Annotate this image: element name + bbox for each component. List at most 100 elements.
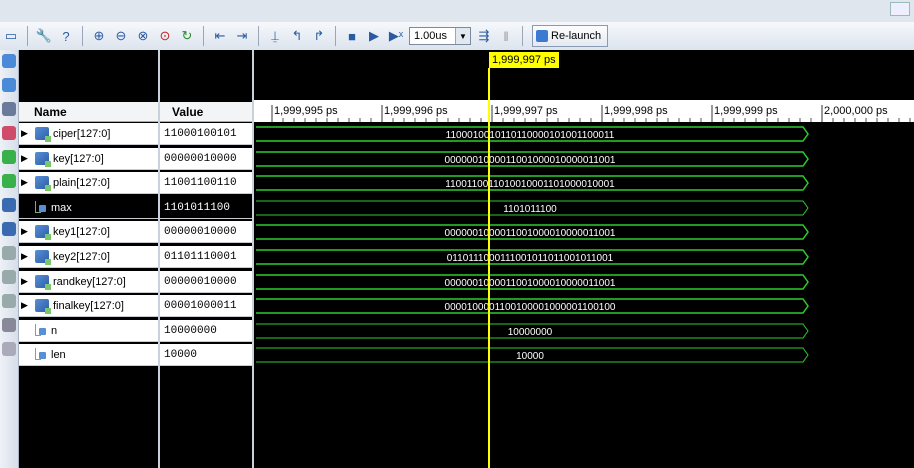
value-column-label: Value bbox=[172, 104, 204, 119]
expand-arrow-icon[interactable]: ▶ bbox=[21, 276, 31, 287]
signal-value: 01101110001 bbox=[160, 246, 252, 268]
toolbar-separator bbox=[82, 26, 83, 46]
signal-row-name[interactable]: ▶ finalkey[127:0] bbox=[19, 295, 158, 317]
restart-icon[interactable]: ■ bbox=[342, 26, 362, 46]
next-edge-side-icon[interactable] bbox=[2, 222, 16, 236]
signal-value: 00000010000 bbox=[160, 221, 252, 243]
play-side-icon[interactable] bbox=[2, 174, 16, 188]
add-marker-icon[interactable]: ⍊ bbox=[265, 26, 285, 46]
bus-side-icon[interactable] bbox=[2, 318, 16, 332]
relaunch-label: Re-launch bbox=[551, 30, 602, 42]
search-side-icon[interactable] bbox=[2, 102, 16, 116]
signal-row-name[interactable]: ▶ key2[127:0] bbox=[19, 246, 158, 268]
cursor-side-icon[interactable] bbox=[2, 246, 16, 260]
name-column-header[interactable]: Name bbox=[19, 102, 158, 122]
signal-value: 00000010000 bbox=[160, 271, 252, 293]
relaunch-button[interactable]: Re-launch bbox=[532, 25, 609, 47]
waveform-value-label: 0000001000011001000010000011001 bbox=[445, 155, 616, 166]
signal-row-name[interactable]: n bbox=[19, 320, 158, 342]
settings-wrench-icon[interactable]: 🔧 bbox=[34, 26, 54, 46]
zoom-in-icon[interactable]: ⊕ bbox=[89, 26, 109, 46]
value-column-header[interactable]: Value bbox=[160, 102, 252, 122]
expand-arrow-icon[interactable]: ▶ bbox=[21, 251, 31, 262]
ruler-tick-label: 1,999,998 ps bbox=[604, 105, 668, 117]
expand-arrow-icon[interactable]: ▶ bbox=[21, 226, 31, 237]
goto-next-transition-icon[interactable]: ⇥ bbox=[232, 26, 252, 46]
zoom-in-side-icon[interactable] bbox=[2, 54, 16, 68]
toolbar-separator bbox=[335, 26, 336, 46]
signal-icon bbox=[33, 348, 47, 361]
cursor-time-label[interactable]: 1,999,997 ps bbox=[489, 52, 559, 68]
waveform-canvas[interactable]: 1,999,995 ps 1,999,996 ps 1,999,997 ps 1,99… bbox=[254, 50, 914, 468]
toolbar-separator bbox=[522, 26, 523, 46]
prev-edge-side-icon[interactable] bbox=[2, 198, 16, 212]
waveform-value-label: 0000001000011001000010000011001 bbox=[445, 278, 616, 289]
run-time-select[interactable]: 1.00us ▼ bbox=[409, 27, 471, 45]
ruler-tick-label: 1,999,999 ps bbox=[714, 105, 778, 117]
signal-row-name[interactable]: len bbox=[19, 344, 158, 366]
help-pointer-icon[interactable]: ? bbox=[56, 26, 76, 46]
signal-name: randkey[127:0] bbox=[53, 275, 126, 288]
zoom-out-side-icon[interactable] bbox=[2, 78, 16, 92]
bus-signal-icon bbox=[35, 299, 51, 314]
window-titlebar bbox=[0, 0, 914, 22]
bus-signal-icon bbox=[35, 127, 51, 142]
time-ruler bbox=[254, 100, 914, 122]
ruler-tick-label: 1,999,997 ps bbox=[494, 105, 558, 117]
zoom-cursor-icon[interactable]: ⊙ bbox=[155, 26, 175, 46]
waveform-value-label: 1100010010110110000101001100011 bbox=[446, 130, 615, 141]
panel-toggle-icon[interactable]: ▭ bbox=[1, 26, 21, 46]
ruler-tick-label: 1,999,996 ps bbox=[384, 105, 448, 117]
expand-arrow-icon[interactable]: ▶ bbox=[21, 300, 31, 311]
swap-side-icon[interactable] bbox=[2, 270, 16, 284]
signal-value: 10000000 bbox=[160, 320, 252, 342]
zoom-fit-icon[interactable]: ⊗ bbox=[133, 26, 153, 46]
signal-row-name[interactable]: ▶ key1[127:0] bbox=[19, 221, 158, 243]
pause-icon[interactable]: ‖ bbox=[496, 26, 516, 46]
grid-side-icon[interactable] bbox=[2, 342, 16, 356]
refresh-icon[interactable]: ↻ bbox=[177, 26, 197, 46]
signal-name: finalkey[127:0] bbox=[53, 299, 124, 312]
marker-side-icon[interactable] bbox=[2, 126, 16, 140]
run-for-icon[interactable]: ▶ˣ bbox=[386, 26, 406, 46]
next-marker-icon[interactable]: ↱ bbox=[309, 26, 329, 46]
signal-row-name[interactable]: ▶ key[127:0] bbox=[19, 148, 158, 170]
run-all-icon[interactable]: ▶ bbox=[364, 26, 384, 46]
goto-prev-transition-icon[interactable]: ⇤ bbox=[210, 26, 230, 46]
toolbar-separator bbox=[203, 26, 204, 46]
signal-value: 11000100101 bbox=[160, 123, 252, 145]
toolbar-separator bbox=[27, 26, 28, 46]
ruler-tick-label: 1,999,995 ps bbox=[274, 105, 338, 117]
signal-name: plain[127:0] bbox=[53, 176, 110, 189]
prev-marker-icon[interactable]: ↰ bbox=[287, 26, 307, 46]
left-toolbar bbox=[0, 50, 19, 468]
expand-arrow-icon[interactable]: ▶ bbox=[21, 177, 31, 188]
signal-name: ciper[127:0] bbox=[53, 127, 111, 140]
signal-value: 00000010000 bbox=[160, 148, 252, 170]
signal-row-name[interactable]: ▶ randkey[127:0] bbox=[19, 271, 158, 293]
signal-row-name[interactable]: max bbox=[19, 197, 158, 219]
expand-arrow-icon[interactable]: ▶ bbox=[21, 153, 31, 164]
signal-value: 11001100110 bbox=[160, 172, 252, 194]
ruler-tick-label: 2,000,000 ps bbox=[824, 105, 888, 117]
expand-arrow-icon[interactable]: ▶ bbox=[21, 128, 31, 139]
waveform-value-label: 0110111000111001011011001011001 bbox=[447, 253, 614, 264]
signal-row-name[interactable]: ▶ plain[127:0] bbox=[19, 172, 158, 194]
window-control-icon[interactable] bbox=[890, 2, 910, 16]
cursor-line[interactable] bbox=[488, 68, 490, 468]
signal-icon bbox=[33, 201, 47, 214]
waveform-value-label: 1101011100 bbox=[503, 204, 557, 215]
bit-side-icon[interactable] bbox=[2, 294, 16, 308]
signal-value: 00001000011 bbox=[160, 295, 252, 317]
bus-signal-icon bbox=[35, 176, 51, 191]
chevron-down-icon[interactable]: ▼ bbox=[455, 28, 470, 44]
add-side-icon[interactable] bbox=[2, 150, 16, 164]
zoom-out-icon[interactable]: ⊖ bbox=[111, 26, 131, 46]
signal-row-name[interactable]: ▶ ciper[127:0] bbox=[19, 123, 158, 145]
step-icon[interactable]: ⇶ bbox=[474, 26, 494, 46]
signal-name: max bbox=[51, 201, 72, 214]
signal-name: n bbox=[51, 324, 58, 337]
signal-value: 1101011100 bbox=[160, 197, 252, 219]
waveform-value-label: 0000001000011001000010000011001 bbox=[445, 228, 616, 239]
relaunch-icon bbox=[536, 30, 548, 42]
